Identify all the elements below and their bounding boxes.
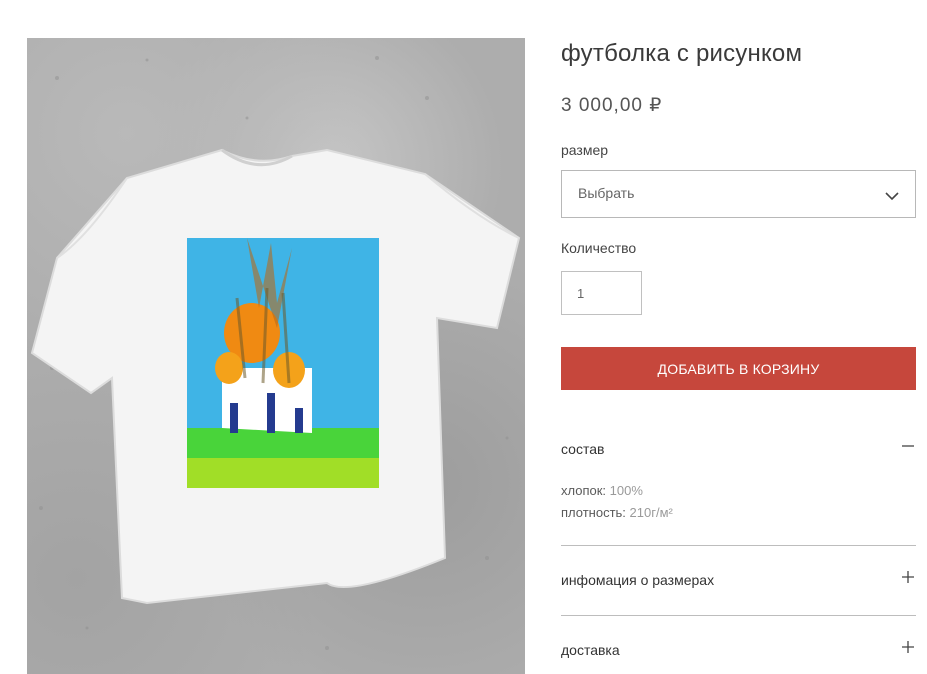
add-to-cart-button[interactable]: ДОБАВИТЬ В КОРЗИНУ xyxy=(561,347,916,390)
plus-icon xyxy=(902,570,914,588)
accordion-composition-title: состав xyxy=(561,441,605,457)
size-select-value: Выбрать xyxy=(578,185,635,201)
composition-line-density: плотность: 210г/м² xyxy=(561,502,673,524)
product-price: 3 000,00 ₽ xyxy=(561,95,663,116)
accordion-size-info-title: инфомация о размерах xyxy=(561,572,715,588)
quantity-value: 1 xyxy=(577,286,585,301)
divider xyxy=(561,545,916,546)
plus-icon xyxy=(902,640,914,658)
composition-key: хлопок: xyxy=(561,483,607,498)
size-select[interactable]: Выбрать xyxy=(561,170,916,218)
composition-details: хлопок: 100% плотность: 210г/м² xyxy=(561,480,673,524)
size-label: размер xyxy=(561,142,609,158)
composition-key: плотность: xyxy=(561,505,626,520)
composition-value: 210г/м² xyxy=(629,505,673,520)
minus-icon xyxy=(902,439,914,457)
accordion-delivery-title: доставка xyxy=(561,642,620,658)
accordion-delivery[interactable]: доставка xyxy=(561,638,916,662)
accordion-composition[interactable]: состав xyxy=(561,437,916,461)
divider xyxy=(561,615,916,616)
composition-value: 100% xyxy=(609,483,643,498)
product-image xyxy=(27,38,525,674)
chevron-down-icon xyxy=(885,188,899,206)
quantity-input[interactable]: 1 xyxy=(561,271,642,315)
composition-line-cotton: хлопок: 100% xyxy=(561,480,673,502)
accordion-size-info[interactable]: инфомация о размерах xyxy=(561,568,916,592)
product-title: футболка с рисунком xyxy=(561,40,803,67)
quantity-label: Количество xyxy=(561,240,637,256)
